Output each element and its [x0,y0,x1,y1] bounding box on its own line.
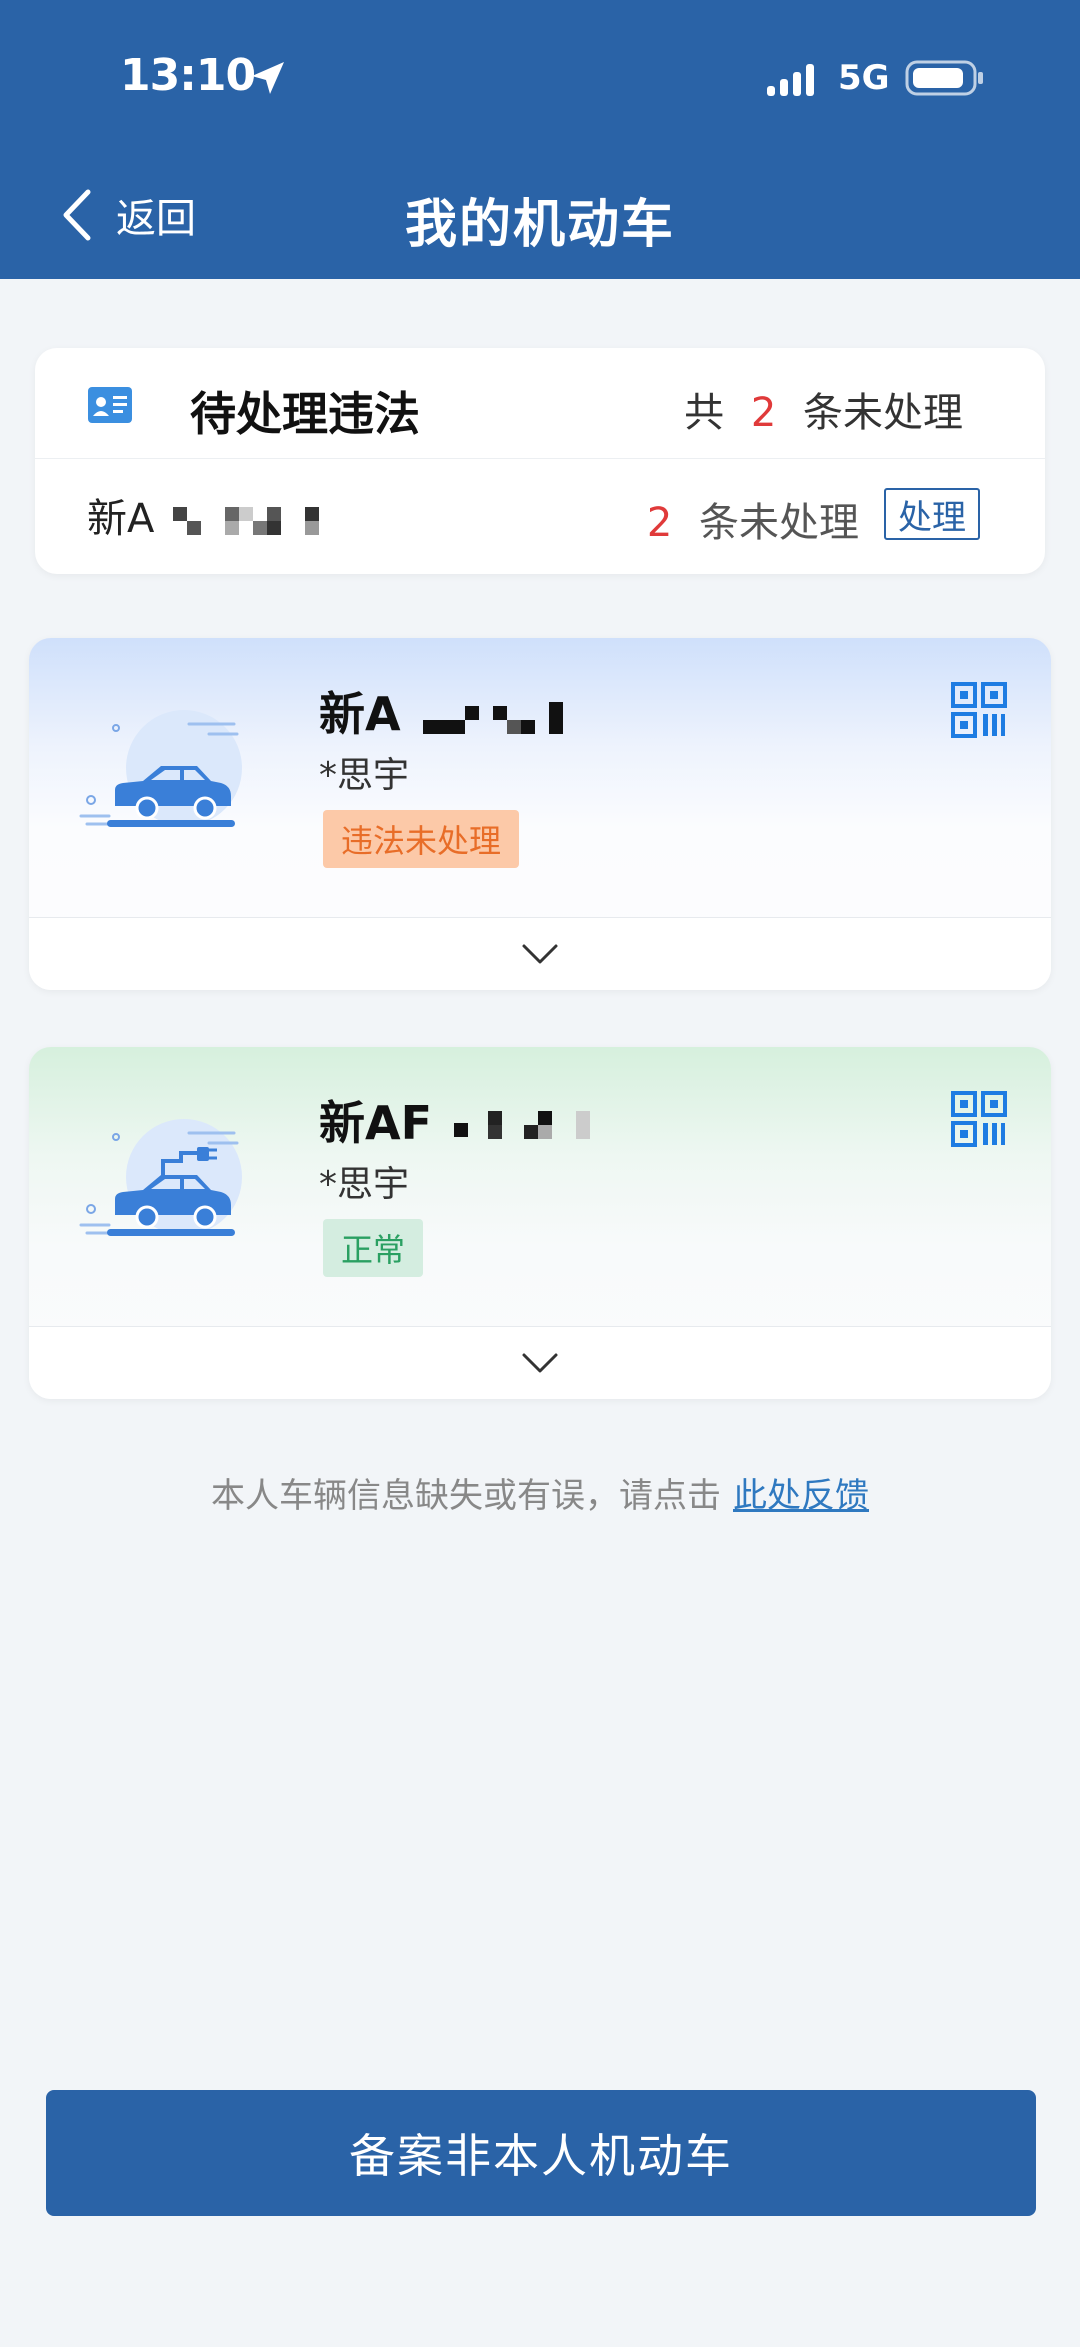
status-badge: 正常 [323,1219,424,1277]
electric-car-icon [79,1119,242,1236]
expand-toggle[interactable] [29,1326,1051,1399]
plate-mosaic [454,1110,591,1139]
pending-header-row: 待处理违法 共 2 条未处理 [35,348,1045,459]
pending-plate-text: 新A [87,496,155,542]
pending-total: 共 2 条未处理 [684,380,963,438]
qr-code-icon[interactable] [951,1091,1007,1147]
app-header: 13:10 5G 返回 我的机动车 [0,0,1080,279]
pending-count-suffix: 条未处理 [699,500,859,546]
register-other-vehicle-button[interactable]: 备案非本人机动车 [46,2090,1036,2216]
id-card-icon [88,387,132,423]
feedback-line: 本人车辆信息缺失或有误，请点击 此处反馈 [0,1468,1080,1517]
pending-violations-card: 待处理违法 共 2 条未处理 新A 2 条未处理 处理 [35,348,1045,574]
vehicle-owner: *思宇 [319,755,410,796]
feedback-text: 本人车辆信息缺失或有误，请点击 [211,1476,721,1516]
total-prefix: 共 [684,390,725,436]
vehicle-plate-text: 新A [319,687,401,741]
chevron-down-icon [522,1353,558,1373]
qr-code-icon[interactable] [951,682,1007,738]
status-badge: 违法未处理 [323,810,520,868]
network-label: 5G [838,58,890,98]
status-time: 13:10 [120,50,256,101]
signal-icon [767,64,814,96]
pending-plate: 新A [87,486,323,544]
vehicle-card[interactable]: 新AF *思宇 正常 [29,1047,1051,1399]
page-title: 我的机动车 [404,195,675,255]
expand-toggle[interactable] [29,917,1051,990]
plate-mosaic [173,507,320,535]
vehicle-plate: 新A [319,678,593,744]
pending-count: 2 条未处理 [647,490,859,548]
chevron-down-icon [522,944,558,964]
vehicle-plate: 新AF [319,1087,604,1153]
total-count: 2 [750,390,777,436]
vehicle-owner: *思宇 [319,1164,410,1205]
total-suffix: 条未处理 [803,390,963,436]
location-arrow-icon [252,62,284,94]
vehicle-plate-text: 新AF [319,1096,433,1150]
pending-title: 待处理违法 [190,387,420,441]
feedback-link[interactable]: 此处反馈 [733,1476,869,1516]
handle-button[interactable]: 处理 [884,488,980,540]
car-icon [79,710,242,827]
vehicle-card[interactable]: 新A *思宇 违法未处理 [29,638,1051,990]
battery-icon [905,60,983,96]
plate-mosaic [422,701,563,734]
pending-count-number: 2 [646,500,673,546]
